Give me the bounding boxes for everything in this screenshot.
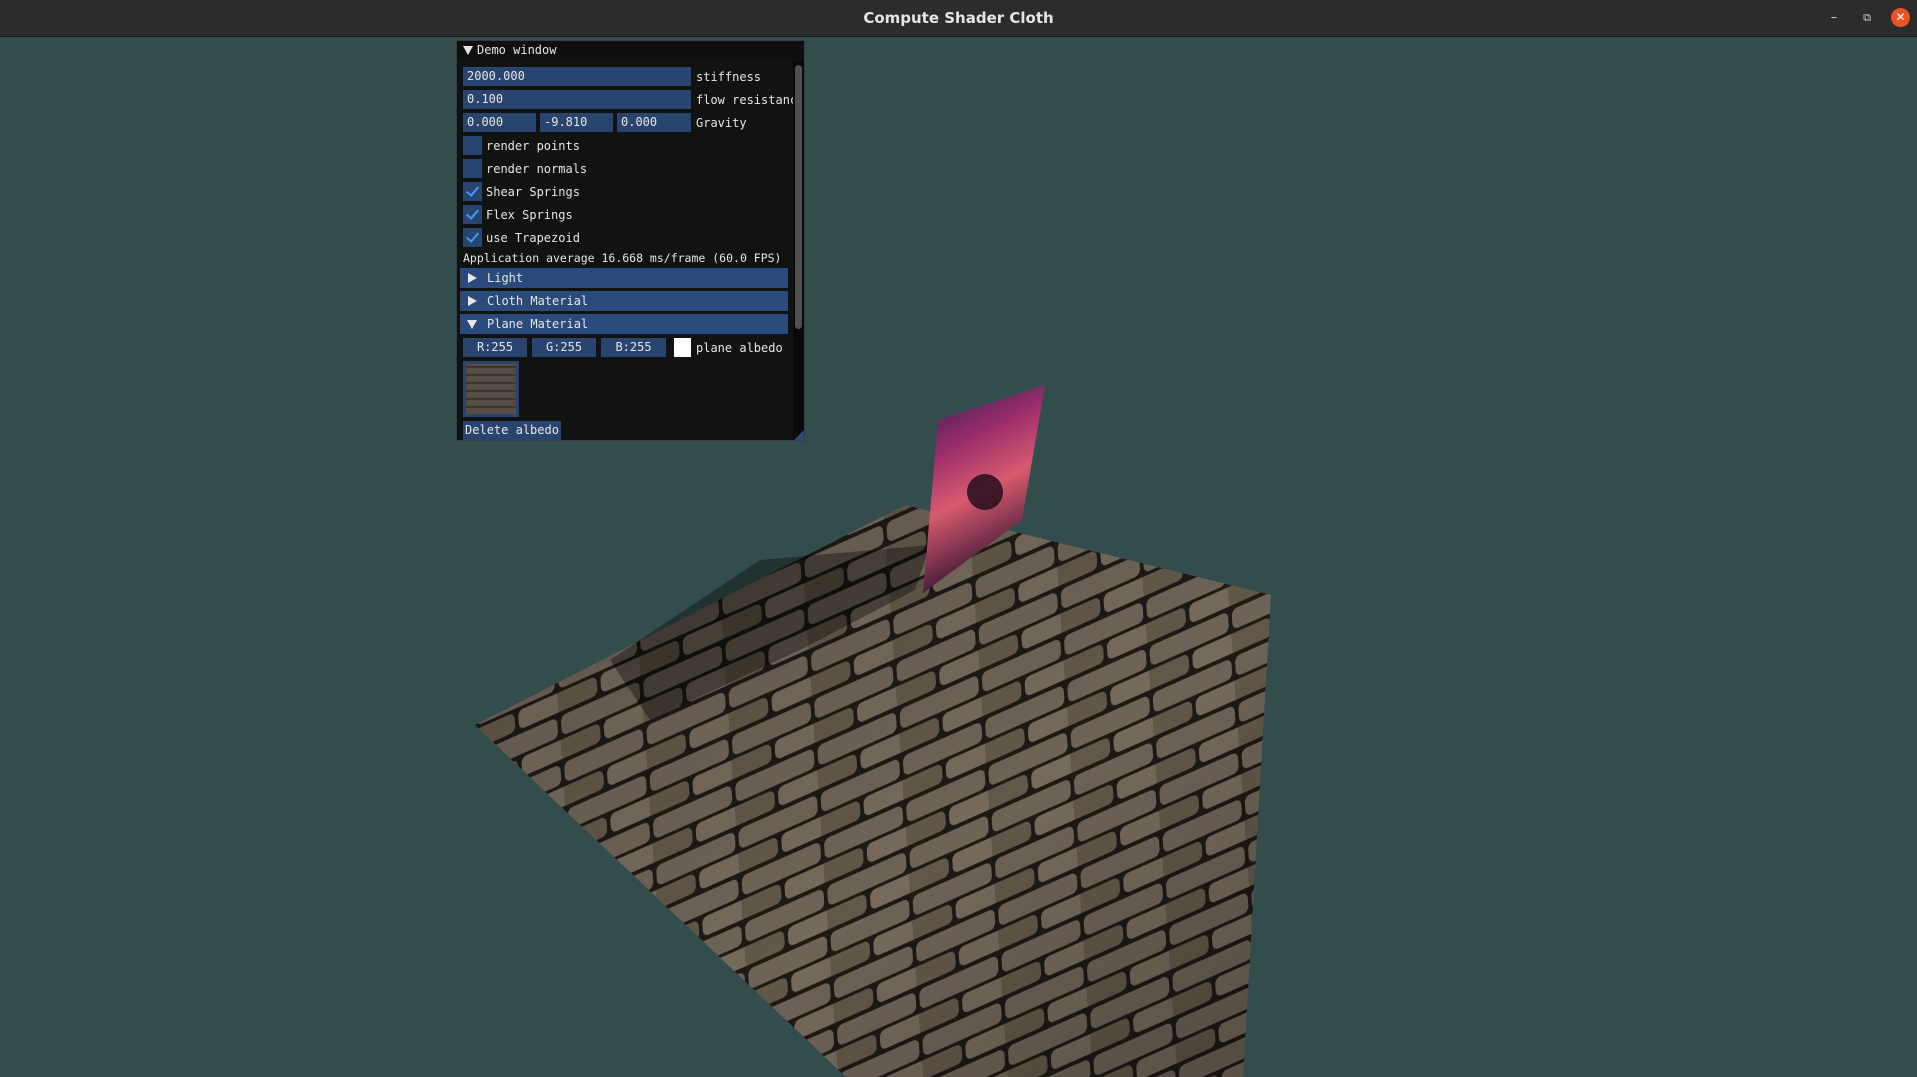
- render-normals-checkbox[interactable]: [463, 159, 482, 178]
- delete-albedo-button[interactable]: Delete albedo: [463, 421, 561, 440]
- close-icon[interactable]: ✕: [1891, 8, 1910, 27]
- albedo-g-input[interactable]: G:255: [532, 338, 596, 357]
- window-titlebar: Compute Shader Cloth – ⧉ ✕: [0, 0, 1917, 37]
- gravity-x-input[interactable]: 0.000: [463, 113, 536, 132]
- demo-window-title: Demo window: [477, 43, 557, 57]
- scrollbar-thumb[interactable]: [795, 65, 802, 329]
- use-trapezoid-label: use Trapezoid: [486, 231, 580, 245]
- flow-resistance-label: flow resistanc: [696, 93, 794, 107]
- render-points-checkbox[interactable]: [463, 136, 482, 155]
- albedo-b-input[interactable]: B:255: [601, 338, 666, 357]
- plane-albedo-label: plane albedo: [696, 341, 783, 355]
- expand-arrow-icon: [468, 296, 477, 306]
- shear-springs-label: Shear Springs: [486, 185, 580, 199]
- minimize-icon[interactable]: –: [1825, 9, 1843, 27]
- albedo-r-input[interactable]: R:255: [463, 338, 527, 357]
- stiffness-input[interactable]: 2000.000: [463, 67, 691, 86]
- expand-arrow-icon: [468, 273, 477, 283]
- gravity-label: Gravity: [696, 116, 747, 130]
- restore-icon[interactable]: ⧉: [1858, 9, 1876, 27]
- light-header-label: Light: [487, 271, 524, 285]
- fps-text: Application average 16.668 ms/frame (60.…: [463, 251, 782, 265]
- scene-viewport[interactable]: [0, 37, 1917, 1077]
- render-points-label: render points: [486, 139, 580, 153]
- collapse-arrow-icon: [467, 320, 477, 329]
- cloth-material-header-label: Cloth Material: [487, 294, 589, 308]
- resize-grip-icon[interactable]: [794, 430, 804, 440]
- window-title: Compute Shader Cloth: [863, 9, 1054, 27]
- gravity-z-input[interactable]: 0.000: [617, 113, 691, 132]
- demo-window-titlebar[interactable]: Demo window: [457, 41, 804, 60]
- plane-material-header[interactable]: Plane Material: [460, 314, 788, 334]
- use-trapezoid-checkbox[interactable]: [463, 228, 482, 247]
- cloth-material-header[interactable]: Cloth Material: [460, 291, 788, 311]
- collapse-arrow-icon[interactable]: [463, 46, 473, 55]
- flex-springs-checkbox[interactable]: [463, 205, 482, 224]
- albedo-texture-thumbnail[interactable]: [463, 361, 519, 417]
- cloth-tree: [967, 474, 1003, 510]
- plane-material-header-label: Plane Material: [487, 317, 589, 331]
- vertical-scrollbar[interactable]: [793, 61, 804, 440]
- flex-springs-label: Flex Springs: [486, 208, 573, 222]
- stiffness-label: stiffness: [696, 70, 762, 84]
- light-header[interactable]: Light: [460, 268, 788, 288]
- albedo-color-swatch[interactable]: [674, 338, 691, 357]
- render-normals-label: render normals: [486, 162, 588, 176]
- shear-springs-checkbox[interactable]: [463, 182, 482, 201]
- flow-resistance-input[interactable]: 0.100: [463, 90, 691, 109]
- gravity-y-input[interactable]: -9.810: [540, 113, 613, 132]
- demo-window[interactable]: Demo window 2000.000 stiffness 0.100 flo…: [456, 40, 805, 441]
